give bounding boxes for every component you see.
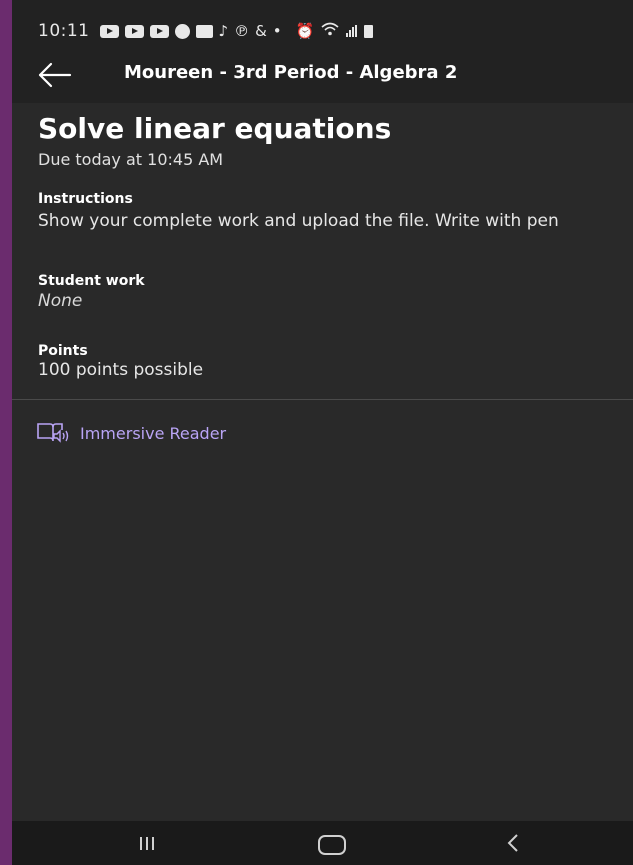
tiktok-icon: ♪ [218,21,229,40]
youtube-icon [124,24,144,38]
cnn-icon [195,24,213,38]
assignment-title: Solve linear equations [38,112,392,145]
instructions-text: Show your complete work and upload the f… [38,211,559,231]
divider [12,399,633,400]
student-work-value: None [38,291,83,311]
facebook-icon [174,23,190,39]
dot-icon: • [272,21,282,40]
notification-icons: ♪ ℗ & • [99,21,282,40]
class-title: Moureen - 3rd Period - Algebra 2 [124,62,458,83]
app-bar: Moureen - 3rd Period - Algebra 2 [12,55,633,95]
points-label: Points [38,343,88,359]
status-bar: 10:11 ♪ ℗ & • ⏰ [38,18,374,44]
instructions-label: Instructions [38,191,133,207]
status-time: 10:11 [38,21,90,41]
home-button[interactable] [318,835,346,855]
youtube-icon [99,24,119,38]
immersive-reader-icon [37,423,69,443]
immersive-reader-label: Immersive Reader [80,423,227,443]
due-date: Due today at 10:45 AM [38,150,224,169]
alarm-icon: ⏰ [295,21,315,40]
back-arrow-icon [38,62,72,88]
signal-icon [346,25,358,37]
student-work-label: Student work [38,273,145,289]
ampersand-icon: & [255,21,267,40]
immersive-reader-button[interactable]: Immersive Reader [36,421,226,445]
points-value: 100 points possible [38,360,204,380]
youtube-icon [149,24,169,38]
phone-screen: 10:11 ♪ ℗ & • ⏰ Moureen - 3rd Period - A… [12,0,633,865]
system-nav-bar [12,821,633,865]
pinterest-icon: ℗ [234,21,250,40]
recent-apps-button[interactable] [140,837,154,850]
system-icons: ⏰ [296,21,374,41]
back-button[interactable] [36,58,74,92]
wifi-icon [321,21,339,41]
system-back-button[interactable] [506,833,520,853]
chevron-left-icon [507,834,518,852]
battery-icon [364,24,374,38]
header-region: 10:11 ♪ ℗ & • ⏰ Moureen - 3rd Period - A… [12,0,633,103]
